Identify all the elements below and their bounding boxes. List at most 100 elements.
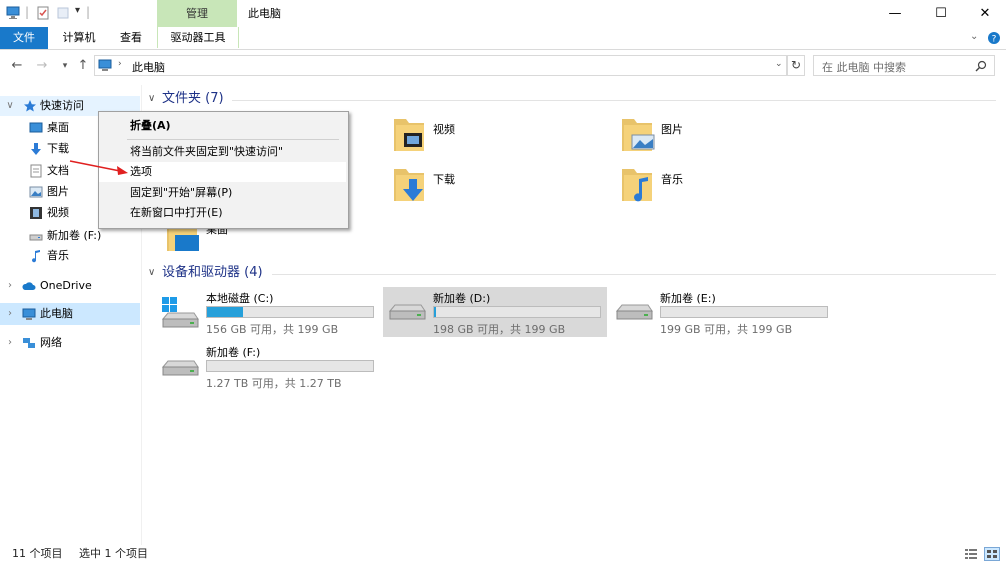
menu-item-pin-start[interactable]: 固定到"开始"屏幕(P): [99, 183, 346, 203]
drive-icon: [161, 360, 199, 376]
chevron-down-icon[interactable]: ∨: [4, 96, 16, 116]
sidebar-item-this-pc[interactable]: › 此电脑: [0, 303, 140, 325]
context-group-title: 管理: [186, 7, 208, 20]
folder-label: 音乐: [661, 173, 683, 186]
folder-download-icon: [394, 169, 424, 201]
drive-tile-d[interactable]: 新加卷 (D:) 198 GB 可用，共 199 GB: [383, 287, 607, 337]
sidebar-item-network[interactable]: › 网络: [0, 333, 140, 353]
download-icon: [31, 143, 41, 155]
drive-name: 新加卷 (E:): [660, 292, 716, 305]
chevron-right-icon[interactable]: ›: [4, 333, 16, 353]
close-button[interactable]: ✕: [962, 0, 1006, 27]
status-item-count: 11 个项目: [12, 547, 63, 560]
forward-arrow-icon[interactable]: →: [33, 56, 51, 76]
sidebar-item-label: 音乐: [47, 249, 69, 262]
details-view-icon[interactable]: [964, 548, 978, 560]
cloud-icon: [22, 282, 36, 290]
folder-label: 下载: [433, 173, 455, 186]
refresh-icon[interactable]: ↻: [787, 55, 805, 76]
menu-item-options[interactable]: 选项: [99, 162, 346, 182]
sidebar-item-music[interactable]: 音乐: [0, 246, 140, 266]
drive-usage-fill: [207, 307, 243, 317]
folder-tile-videos[interactable]: 视频: [392, 113, 602, 157]
sidebar-item-onedrive[interactable]: › OneDrive: [0, 276, 140, 296]
tab-view[interactable]: 查看: [110, 27, 152, 49]
sidebar-item-label: 新加卷 (F:): [47, 229, 102, 242]
drive-free-space: 156 GB 可用，共 199 GB: [206, 323, 339, 336]
windows-drive-icon: [161, 297, 199, 328]
devices-section-header[interactable]: 设备和驱动器 (4): [162, 264, 263, 282]
chevron-right-icon[interactable]: ›: [4, 276, 16, 296]
folder-picture-icon: [622, 119, 655, 151]
computer-icon: [98, 59, 112, 71]
video-icon: [30, 207, 42, 219]
address-dropdown-icon[interactable]: ⌄: [775, 59, 783, 69]
context-menu: 折叠(A) 将当前文件夹固定到"快速访问" 选项 固定到"开始"屏幕(P) 在新…: [98, 111, 349, 229]
sidebar-item-drive-f[interactable]: 新加卷 (F:): [0, 226, 140, 246]
drive-icon: [615, 304, 653, 320]
computer-icon: [22, 308, 36, 320]
document-icon: [30, 164, 42, 178]
svg-text:?: ?: [992, 35, 997, 45]
folder-video-icon: [394, 119, 424, 151]
sidebar-item-label: 桌面: [47, 121, 69, 134]
expand-ribbon-icon[interactable]: ⌄: [970, 31, 978, 42]
folder-tile-downloads[interactable]: 下载: [392, 163, 602, 207]
minimize-button[interactable]: —: [872, 0, 918, 27]
pin-star-icon: [24, 100, 36, 112]
computer-icon: [6, 6, 20, 19]
folders-section-header[interactable]: 文件夹 (7): [162, 90, 224, 108]
annotation-arrow-icon: [69, 160, 128, 175]
status-selected-count: 选中 1 个项目: [79, 547, 148, 560]
search-placeholder: 在 此电脑 中搜索: [822, 61, 906, 74]
address-bar[interactable]: › 此电脑 ⌄: [94, 55, 787, 76]
properties-icon[interactable]: [36, 6, 50, 20]
tab-computer[interactable]: 计算机: [56, 27, 102, 49]
network-icon: [23, 338, 35, 348]
sidebar-item-label: 快速访问: [40, 99, 84, 112]
menu-item-label: 折叠(A): [130, 119, 171, 132]
window-title: 此电脑: [248, 7, 281, 20]
recent-locations-icon[interactable]: ▾: [56, 56, 74, 76]
new-folder-icon[interactable]: [56, 6, 70, 20]
folder-music-icon: [622, 169, 652, 202]
sidebar-item-label: 文档: [47, 164, 69, 177]
customize-toolbar-icon[interactable]: ▾: [75, 5, 80, 16]
up-arrow-icon[interactable]: ↑: [74, 56, 92, 76]
chevron-right-icon[interactable]: ›: [4, 303, 16, 325]
tiles-view-icon[interactable]: [984, 547, 1000, 561]
search-input[interactable]: 在 此电脑 中搜索: [813, 55, 995, 76]
tab-drive-tools[interactable]: 驱动器工具: [157, 27, 239, 48]
drive-free-space: 199 GB 可用，共 199 GB: [660, 323, 793, 336]
breadcrumb-chevron-icon[interactable]: ›: [118, 59, 122, 69]
folder-tile-music[interactable]: 音乐: [620, 163, 830, 207]
menu-item-open-new-window[interactable]: 在新窗口中打开(E): [99, 203, 346, 223]
toolbar-divider: |: [25, 5, 30, 19]
folder-label: 视频: [433, 123, 455, 136]
sidebar-item-label: 此电脑: [40, 307, 73, 320]
desktop-icon: [29, 122, 43, 133]
drive-tile-e[interactable]: 新加卷 (E:) 199 GB 可用，共 199 GB: [612, 287, 831, 337]
back-arrow-icon[interactable]: ←: [8, 56, 26, 76]
drive-usage-fill: [434, 307, 436, 317]
drive-usage-bar: [433, 306, 601, 318]
breadcrumb-this-pc[interactable]: 此电脑: [132, 59, 165, 75]
drive-tile-f[interactable]: 新加卷 (F:) 1.27 TB 可用，共 1.27 TB: [158, 341, 377, 391]
menu-item-label: 选项: [130, 165, 152, 178]
drive-tile-c[interactable]: 本地磁盘 (C:) 156 GB 可用，共 199 GB: [158, 287, 377, 337]
folder-label: 图片: [661, 123, 683, 136]
menu-item-label: 在新窗口中打开(E): [130, 206, 223, 219]
collapse-devices-icon[interactable]: ∨: [148, 267, 155, 278]
drive-name: 本地磁盘 (C:): [206, 292, 274, 305]
folder-tile-pictures[interactable]: 图片: [620, 113, 830, 157]
menu-item-collapse[interactable]: 折叠(A): [99, 116, 346, 136]
menu-item-pin-quick-access[interactable]: 将当前文件夹固定到"快速访问": [99, 142, 346, 162]
drive-usage-bar: [660, 306, 828, 318]
maximize-button[interactable]: ☐: [918, 0, 964, 27]
menu-item-label: 固定到"开始"屏幕(P): [130, 186, 233, 199]
collapse-folders-icon[interactable]: ∨: [148, 93, 155, 104]
tab-file[interactable]: 文件: [0, 27, 48, 49]
help-icon[interactable]: ?: [987, 31, 1001, 45]
search-icon[interactable]: [975, 60, 987, 72]
toolbar-divider: |: [86, 5, 91, 19]
